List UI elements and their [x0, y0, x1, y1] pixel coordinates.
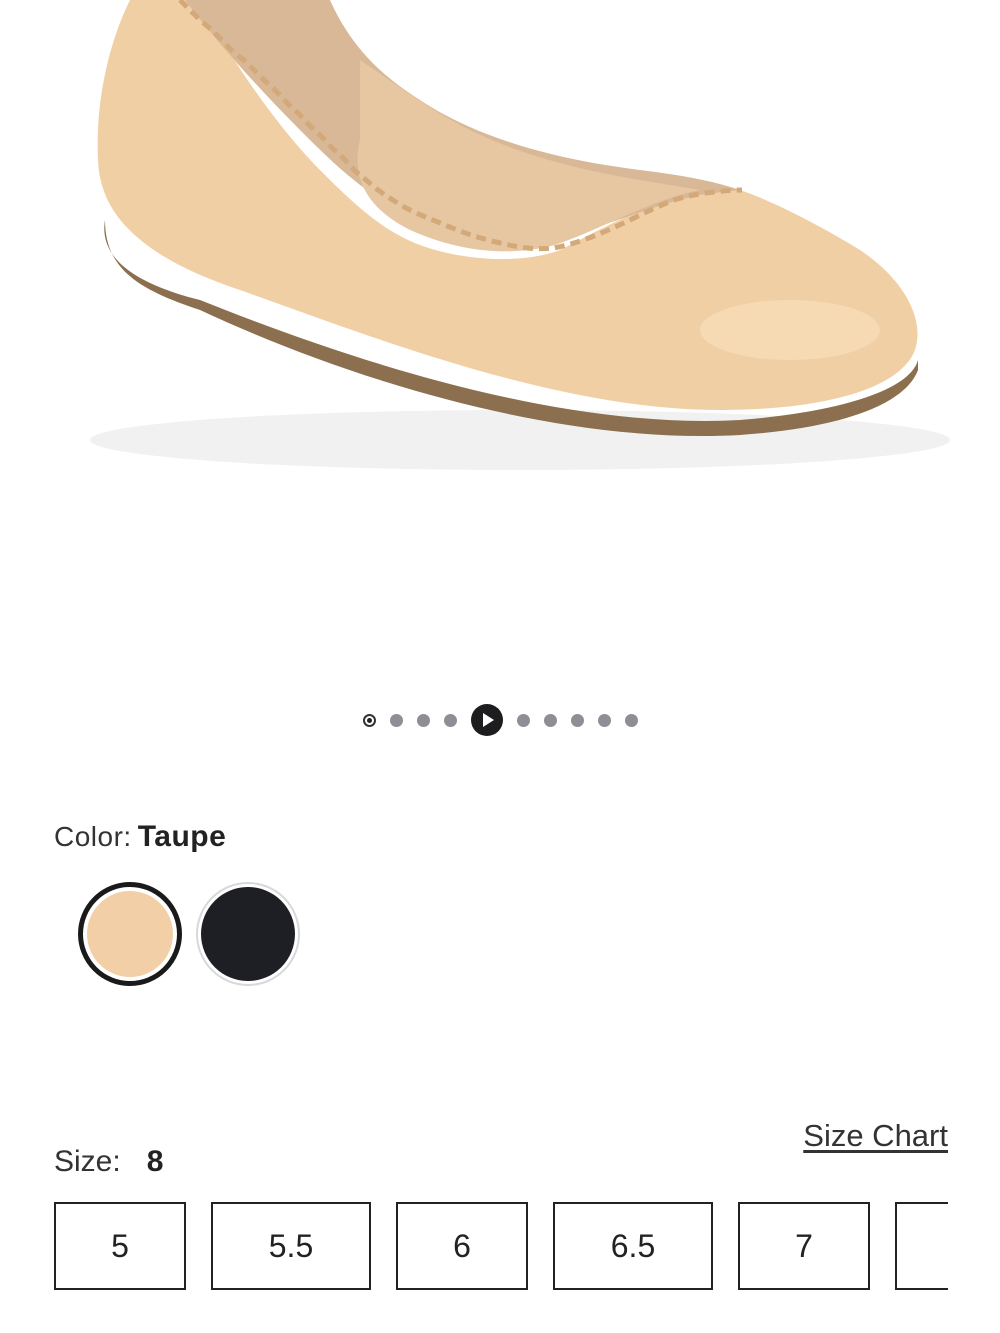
selected-size-value: 8: [146, 1145, 164, 1178]
product-image[interactable]: [0, 0, 1000, 680]
carousel-video-dot[interactable]: [470, 704, 503, 736]
color-swatches: [78, 882, 300, 986]
size-option[interactable]: 5: [54, 1202, 186, 1290]
carousel-dot[interactable]: [389, 713, 403, 727]
swatch-fill: [201, 887, 295, 981]
size-option[interactable]: 7: [738, 1202, 870, 1290]
size-chart-link[interactable]: Size Chart: [803, 1118, 948, 1154]
size-label: Size: 8: [54, 1145, 163, 1179]
size-options: 5 5.5 6 6.5 7: [54, 1202, 948, 1294]
size-label-text: Size:: [54, 1145, 121, 1178]
color-label-text: Color:: [54, 821, 132, 852]
selected-color-name: Taupe: [137, 820, 227, 853]
carousel-dot[interactable]: [624, 713, 638, 727]
color-swatch-taupe[interactable]: [78, 882, 182, 986]
shoe-illustration: [90, 0, 950, 470]
size-option[interactable]: [895, 1202, 948, 1290]
carousel-dot[interactable]: [443, 713, 457, 727]
color-swatch-black[interactable]: [196, 882, 300, 986]
swatch-fill: [84, 888, 176, 980]
image-carousel-dots: [0, 704, 1000, 736]
play-icon: [482, 713, 494, 727]
product-detail-page: Color: Taupe Size: 8 Size Chart 5 5.5 6 6.…: [0, 0, 1000, 1333]
carousel-dot[interactable]: [416, 713, 430, 727]
carousel-dot[interactable]: [516, 713, 530, 727]
carousel-dot[interactable]: [570, 713, 584, 727]
size-option[interactable]: 6.5: [553, 1202, 713, 1290]
carousel-dot[interactable]: [543, 713, 557, 727]
color-label: Color: Taupe: [54, 820, 226, 854]
size-option[interactable]: 5.5: [211, 1202, 371, 1290]
size-option[interactable]: 6: [396, 1202, 528, 1290]
carousel-dot[interactable]: [597, 713, 611, 727]
carousel-dot-active[interactable]: [362, 713, 376, 727]
